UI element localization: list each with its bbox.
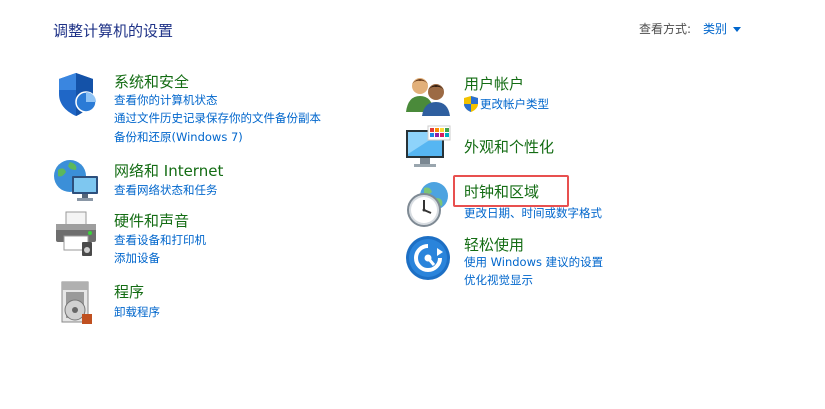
category-link[interactable]: 优化视觉显示	[464, 271, 533, 289]
category-title[interactable]: 轻松使用	[464, 234, 524, 255]
shield-icon[interactable]	[52, 70, 100, 118]
network-globe-icon[interactable]	[52, 156, 100, 204]
programs-disk-icon[interactable]	[52, 280, 100, 328]
view-by-value: 类别	[702, 22, 727, 36]
clock-globe-icon[interactable]	[404, 180, 452, 228]
users-icon[interactable]	[404, 72, 452, 120]
category-link[interactable]: 更改帐户类型	[480, 95, 549, 113]
view-by: 查看方式: 类别	[639, 20, 741, 37]
category-link[interactable]: 通过文件历史记录保存你的文件备份副本	[114, 109, 321, 127]
category-link[interactable]: 查看网络状态和任务	[114, 181, 218, 199]
category-title[interactable]: 系统和安全	[114, 71, 189, 92]
category-title[interactable]: 硬件和声音	[114, 210, 189, 231]
category-link[interactable]: 使用 Windows 建议的设置	[464, 253, 603, 271]
monitor-palette-icon[interactable]	[404, 124, 452, 172]
category-link[interactable]: 备份和还原(Windows 7)	[114, 128, 243, 146]
chevron-down-icon	[733, 26, 741, 32]
category-title[interactable]: 网络和 Internet	[114, 160, 223, 181]
category-link[interactable]: 更改日期、时间或数字格式	[464, 204, 602, 222]
category-title[interactable]: 时钟和区域	[464, 181, 539, 202]
ease-of-access-icon[interactable]	[404, 234, 452, 282]
uac-shield-icon	[464, 96, 478, 112]
category-link[interactable]: 卸载程序	[114, 303, 160, 321]
printer-icon[interactable]	[52, 210, 100, 258]
category-title[interactable]: 外观和个性化	[464, 136, 554, 157]
category-link[interactable]: 添加设备	[114, 249, 160, 267]
category-title[interactable]: 程序	[114, 281, 144, 302]
category-title[interactable]: 用户帐户	[464, 73, 524, 94]
page-title: 调整计算机的设置	[53, 22, 174, 40]
category-link[interactable]: 查看设备和打印机	[114, 231, 206, 249]
view-by-label: 查看方式:	[638, 22, 691, 36]
category-link[interactable]: 查看你的计算机状态	[114, 91, 218, 109]
view-by-dropdown[interactable]: 类别	[703, 20, 741, 37]
